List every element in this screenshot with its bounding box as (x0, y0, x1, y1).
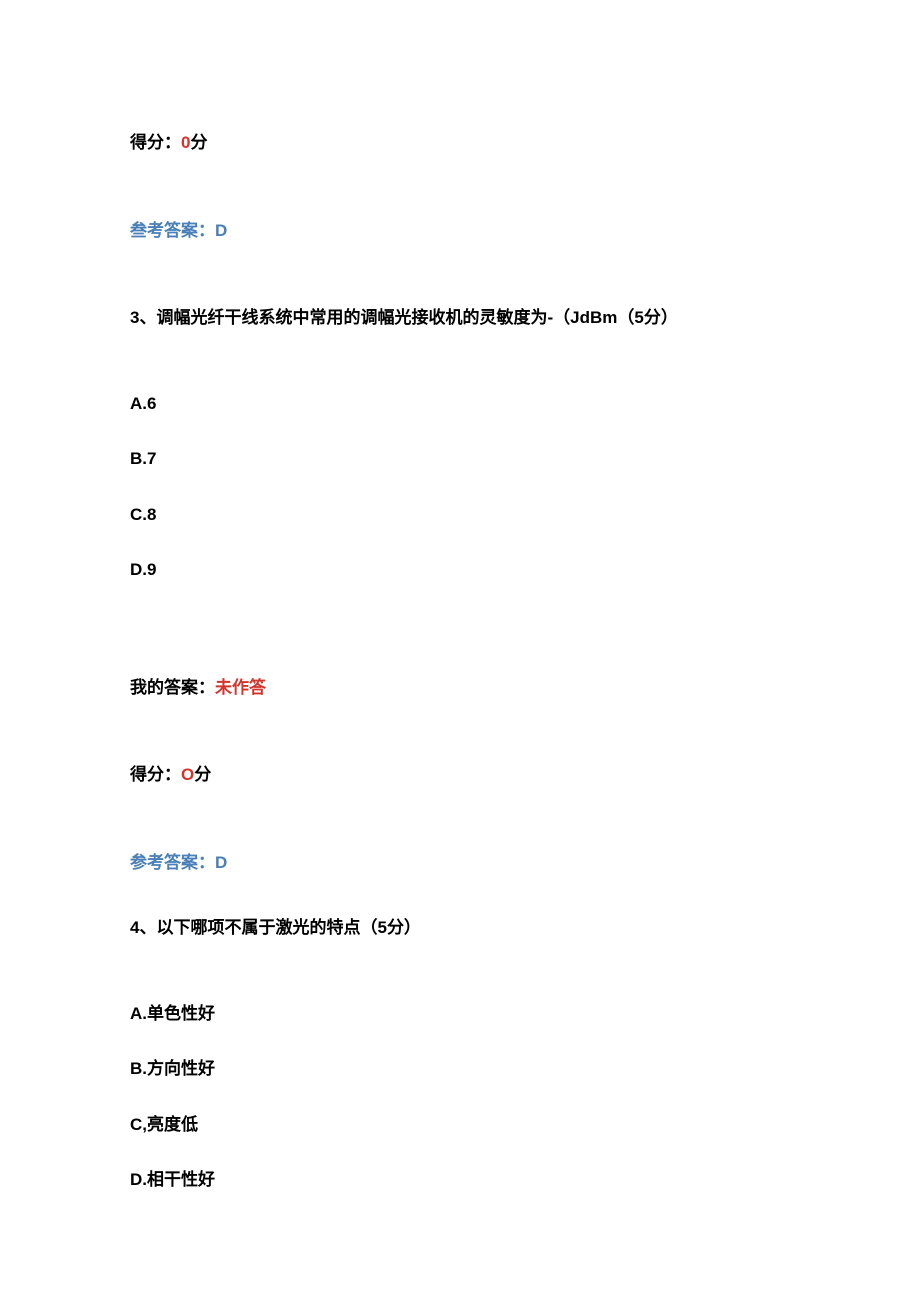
q3-my-answer: 我的答案：未作答 (130, 675, 790, 701)
option-label: A. (130, 394, 147, 413)
q3-reference-answer: 参考答案：D (130, 850, 790, 876)
ref-value: D (215, 221, 227, 240)
option-text: 8 (147, 505, 156, 524)
option-d: D.相干性好 (130, 1167, 790, 1193)
points-suffix: 分） (644, 308, 678, 327)
option-text: 亮度低 (147, 1115, 198, 1134)
points-value: 5 (634, 308, 643, 327)
document-page: 得分：0分 叁考答案：D 3、调幅光纤干线系统中常用的调幅光接收机的灵敏度为-（… (0, 0, 920, 1315)
points-value: 5 (377, 918, 386, 937)
score-prefix: 得分： (130, 765, 181, 784)
q3-score-line: 得分：O分 (130, 762, 790, 788)
score-value: O (181, 765, 194, 784)
q4-prompt: 4、以下哪项不属于激光的特点（5分） (130, 915, 790, 941)
ref-value: D (215, 853, 227, 872)
option-label: D. (130, 1170, 147, 1189)
option-a: A.6 (130, 391, 790, 417)
q4-options: A.单色性好 B.方向性好 C,亮度低 D.相干性好 (130, 1001, 790, 1193)
option-b: B.7 (130, 446, 790, 472)
ref-prefix: 叁考答案： (130, 221, 215, 240)
option-c: C.8 (130, 502, 790, 528)
q3-options: A.6 B.7 C.8 D.9 (130, 391, 790, 583)
option-text: 相干性好 (147, 1170, 215, 1189)
q-sep: 、 (139, 918, 156, 937)
option-label: B (130, 1059, 142, 1078)
option-label: B. (130, 449, 147, 468)
q2-score-line: 得分：0分 (130, 130, 790, 156)
option-label: A. (130, 1004, 147, 1023)
ref-prefix: 参考答案： (130, 853, 215, 872)
option-b: B.方向性好 (130, 1056, 790, 1082)
q-text: 调幅光纤干线系统中常用的调幅光接收机的灵敏度为-（ (156, 308, 570, 327)
q2-reference-answer: 叁考答案：D (130, 218, 790, 244)
option-c: C,亮度低 (130, 1112, 790, 1138)
q-unit: JdBm (570, 308, 617, 327)
option-label: C. (130, 505, 147, 524)
my-value: 未作答 (215, 678, 266, 697)
q-sep: 、 (139, 308, 156, 327)
score-prefix: 得分： (130, 133, 181, 152)
option-a: A.单色性好 (130, 1001, 790, 1027)
option-text: 方向性好 (147, 1059, 215, 1078)
score-suffix: 分 (190, 133, 207, 152)
option-text: 6 (147, 394, 156, 413)
option-label: D. (130, 560, 147, 579)
option-label: C, (130, 1115, 147, 1134)
option-text: 9 (147, 560, 156, 579)
option-d: D.9 (130, 557, 790, 583)
points-suffix: 分） (387, 918, 421, 937)
my-prefix: 我的答案： (130, 678, 215, 697)
q-text: 以下哪项不属于激光的特点（ (156, 918, 377, 937)
score-suffix: 分 (194, 765, 211, 784)
points-prefix: （ (617, 308, 634, 327)
option-text: 7 (147, 449, 156, 468)
option-text: 单色性好 (147, 1004, 215, 1023)
q3-prompt: 3、调幅光纤干线系统中常用的调幅光接收机的灵敏度为-（JdBm（5分） (130, 305, 790, 331)
